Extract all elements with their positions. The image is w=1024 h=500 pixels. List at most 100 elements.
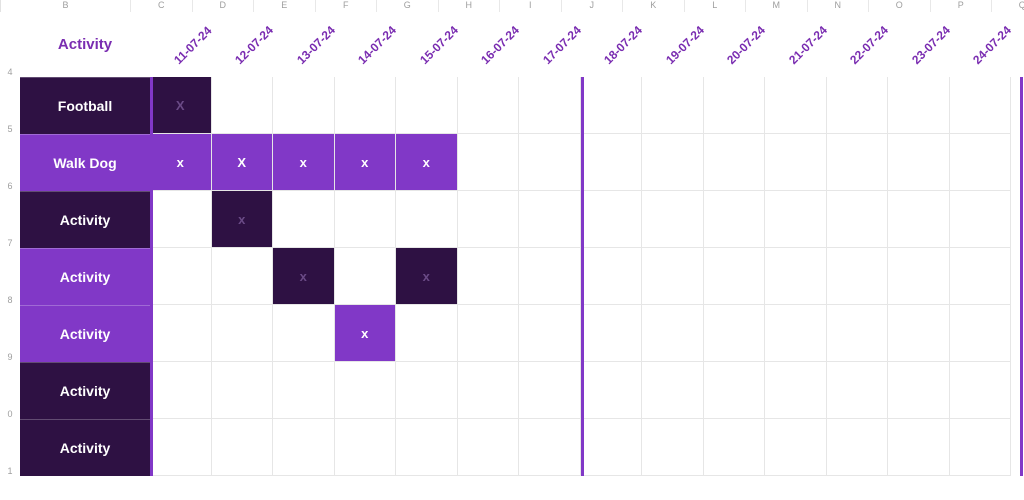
date-column-header[interactable]: 11-07-24 <box>150 12 212 77</box>
activity-data-cell[interactable] <box>642 77 704 134</box>
activity-data-cell[interactable] <box>396 77 458 134</box>
activity-data-cell[interactable] <box>519 419 581 476</box>
date-column-header[interactable]: 22-07-24 <box>827 12 889 77</box>
activity-data-cell[interactable] <box>642 134 704 191</box>
activity-data-cell[interactable] <box>827 362 889 419</box>
column-letter[interactable]: I <box>500 0 562 12</box>
column-letter[interactable]: G <box>377 0 439 12</box>
activity-data-cell[interactable] <box>396 362 458 419</box>
activity-data-cell[interactable] <box>273 191 335 248</box>
activity-data-cell[interactable] <box>212 77 274 134</box>
activity-data-cell[interactable] <box>765 419 827 476</box>
activity-data-cell[interactable] <box>519 362 581 419</box>
activity-data-cell[interactable] <box>827 248 889 305</box>
activity-label-cell[interactable]: Activity <box>20 419 150 476</box>
activity-data-cell[interactable] <box>704 419 766 476</box>
activity-data-cell[interactable] <box>950 248 1012 305</box>
activity-data-cell[interactable] <box>888 362 950 419</box>
activity-data-cell[interactable]: X <box>150 77 212 134</box>
date-column-header[interactable]: 19-07-24 <box>642 12 704 77</box>
date-column-header[interactable]: 23-07-24 <box>888 12 950 77</box>
activity-data-cell[interactable] <box>888 248 950 305</box>
date-column-header[interactable]: 18-07-24 <box>581 12 643 77</box>
activity-data-cell[interactable] <box>335 362 397 419</box>
activity-data-cell[interactable] <box>642 248 704 305</box>
activity-data-cell[interactable] <box>150 191 212 248</box>
activity-data-cell[interactable] <box>458 419 520 476</box>
activity-data-cell[interactable] <box>704 305 766 362</box>
date-column-header[interactable]: 20-07-24 <box>704 12 766 77</box>
activity-data-cell[interactable]: x <box>150 134 212 191</box>
activity-data-cell[interactable] <box>827 77 889 134</box>
date-column-header[interactable]: 16-07-24 <box>458 12 520 77</box>
activity-data-cell[interactable] <box>765 305 827 362</box>
activity-data-cell[interactable]: x <box>396 248 458 305</box>
activity-data-cell[interactable]: x <box>335 134 397 191</box>
column-letter[interactable]: M <box>746 0 808 12</box>
activity-data-cell[interactable] <box>950 362 1012 419</box>
row-number[interactable]: 9 <box>0 352 20 362</box>
activity-data-cell[interactable] <box>458 248 520 305</box>
column-letter[interactable]: F <box>316 0 378 12</box>
activity-data-cell[interactable] <box>458 191 520 248</box>
activity-data-cell[interactable] <box>827 134 889 191</box>
activity-data-cell[interactable] <box>581 419 643 476</box>
activity-data-cell[interactable] <box>765 134 827 191</box>
activity-data-cell[interactable] <box>458 362 520 419</box>
date-column-header[interactable]: 15-07-24 <box>396 12 458 77</box>
activity-data-cell[interactable] <box>212 419 274 476</box>
activity-data-cell[interactable] <box>888 77 950 134</box>
activity-data-cell[interactable] <box>888 134 950 191</box>
activity-data-cell[interactable] <box>888 191 950 248</box>
activity-data-cell[interactable] <box>396 419 458 476</box>
column-letter[interactable]: D <box>193 0 255 12</box>
activity-data-cell[interactable]: x <box>212 191 274 248</box>
date-column-header[interactable]: 14-07-24 <box>335 12 397 77</box>
activity-data-cell[interactable] <box>212 305 274 362</box>
activity-data-cell[interactable] <box>335 77 397 134</box>
activity-data-cell[interactable] <box>150 362 212 419</box>
activity-data-cell[interactable] <box>765 77 827 134</box>
activity-data-cell[interactable]: x <box>273 134 335 191</box>
date-column-header[interactable]: 12-07-24 <box>212 12 274 77</box>
activity-data-cell[interactable] <box>888 419 950 476</box>
activity-data-cell[interactable] <box>581 248 643 305</box>
activity-data-cell[interactable] <box>950 134 1012 191</box>
activity-data-cell[interactable] <box>581 362 643 419</box>
date-column-header[interactable]: 17-07-24 <box>519 12 581 77</box>
activity-data-cell[interactable] <box>273 362 335 419</box>
activity-data-cell[interactable] <box>335 248 397 305</box>
date-column-header[interactable]: 24-07-24 <box>950 12 1012 77</box>
activity-data-cell[interactable]: x <box>335 305 397 362</box>
activity-data-cell[interactable] <box>396 305 458 362</box>
activity-data-cell[interactable] <box>704 191 766 248</box>
activity-data-cell[interactable] <box>519 134 581 191</box>
activity-data-cell[interactable] <box>273 305 335 362</box>
activity-data-cell[interactable] <box>335 419 397 476</box>
activity-label-cell[interactable]: Activity <box>20 191 150 248</box>
activity-data-cell[interactable] <box>519 305 581 362</box>
activity-data-cell[interactable] <box>704 77 766 134</box>
activity-data-cell[interactable]: x <box>273 248 335 305</box>
activity-data-cell[interactable] <box>396 191 458 248</box>
activity-data-cell[interactable] <box>519 77 581 134</box>
column-letter[interactable]: B <box>1 0 131 12</box>
activity-data-cell[interactable] <box>642 191 704 248</box>
activity-data-cell[interactable] <box>642 362 704 419</box>
activity-label-cell[interactable]: Walk Dog <box>20 134 150 191</box>
row-number[interactable]: 6 <box>0 181 20 191</box>
activity-data-cell[interactable] <box>458 305 520 362</box>
activity-label-cell[interactable]: Activity <box>20 305 150 362</box>
activity-data-cell[interactable] <box>273 419 335 476</box>
activity-data-cell[interactable] <box>273 77 335 134</box>
activity-label-cell[interactable]: Activity <box>20 362 150 419</box>
activity-data-cell[interactable] <box>458 77 520 134</box>
date-column-header[interactable]: 21-07-24 <box>765 12 827 77</box>
activity-data-cell[interactable] <box>150 305 212 362</box>
activity-data-cell[interactable] <box>950 191 1012 248</box>
column-letter[interactable]: Q <box>992 0 1024 12</box>
activity-label-cell[interactable]: Activity <box>20 248 150 305</box>
column-letter[interactable]: J <box>562 0 624 12</box>
activity-data-cell[interactable] <box>950 77 1012 134</box>
activity-data-cell[interactable] <box>827 305 889 362</box>
